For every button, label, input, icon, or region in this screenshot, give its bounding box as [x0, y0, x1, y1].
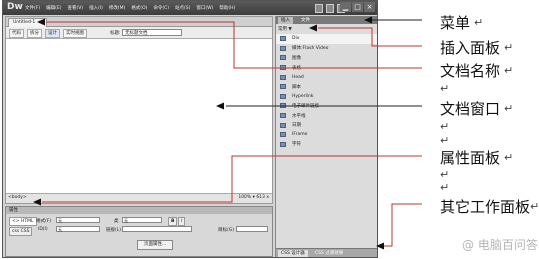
annotation-document-window: 文档窗口: [440, 100, 501, 118]
return-mark: ↵: [504, 41, 514, 54]
watermark: @ 电脑百问答: [462, 238, 538, 252]
return-mark: ↵: [440, 120, 450, 133]
return-mark: ↵: [504, 151, 514, 164]
return-mark: ↵: [440, 82, 450, 95]
annotation-insert-panel: 插入面板: [440, 39, 501, 57]
return-mark: ↵: [474, 16, 484, 29]
return-mark: ↵: [440, 134, 450, 147]
return-mark: ↵: [440, 168, 450, 181]
annotation-menu: 菜单: [440, 14, 471, 32]
annotation-other-panels: 其它工作面板: [440, 198, 531, 216]
callout-arrow-menu: [364, 16, 372, 24]
return-mark: ↵: [504, 102, 514, 115]
callout-line-other-panels: [384, 203, 422, 247]
annotation-document-name: 文档名称: [440, 62, 501, 80]
callout-line-properties: [42, 155, 422, 203]
return-mark: ↵: [440, 181, 450, 194]
return-mark: ↵: [504, 64, 514, 77]
callout-line-insert: [318, 27, 422, 47]
annotation-properties-panel: 属性面板: [440, 149, 501, 167]
return-mark: ↵: [530, 200, 539, 213]
callout-line-docname: [46, 21, 422, 69]
